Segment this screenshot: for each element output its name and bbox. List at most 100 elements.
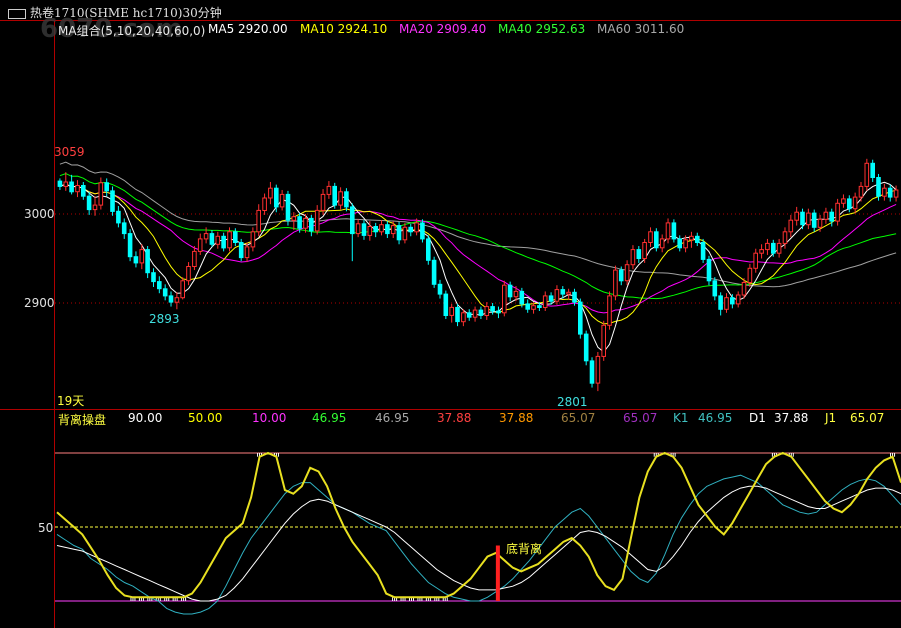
candle-up [320,193,326,211]
k1-value: 46.95 [698,411,733,425]
candle-up [788,219,794,233]
d1-label: D1 [749,411,766,425]
candle-up [858,185,864,198]
candle-up [893,189,899,198]
k1-line [56,474,901,615]
candle-up [256,209,261,233]
j1-value: 65.07 [850,411,885,425]
candle-up [449,306,454,316]
chart-canvas [55,158,901,615]
candle-down [572,291,577,303]
candle-up [279,193,285,208]
candle-up [554,289,560,302]
candle-up [817,218,823,228]
candle-down [221,235,226,249]
candle-down [168,295,174,303]
candle-down [238,242,244,259]
candle-up [367,226,373,236]
candle-down [350,206,355,235]
candle-down [636,249,642,260]
candle-down [69,181,74,193]
candle-up [402,226,408,241]
candle-up [794,211,800,221]
candle-down [490,306,495,312]
candle-down [133,256,139,264]
window-icon[interactable] [8,8,26,19]
ma5-line [59,181,897,353]
candle-up [98,182,104,206]
candle-down [121,222,127,235]
divergence-marker-bar [495,545,500,601]
candle-up [864,162,870,187]
candle-down [344,191,349,208]
candle-down [116,210,121,224]
candle-down [233,231,238,244]
candle-up [759,249,764,254]
candle-up [227,231,232,249]
candle-down [396,225,402,241]
candle-up [303,217,308,229]
candle-up [513,290,519,298]
high-price-label: 3059 [54,145,85,159]
candle-down [800,211,805,226]
candle-down [829,211,835,222]
candle-down [466,312,472,318]
candle-up [326,185,332,195]
candle-up [753,252,759,269]
indicator-value-2: 50.00 [188,411,223,425]
candle-up [741,282,747,296]
candle-down [496,310,501,314]
candle-up [484,306,490,317]
ma60-line [59,161,897,288]
indicator-value-7: 37.88 [499,411,534,425]
indicator-name: 背离操盘 [58,413,107,427]
low-price-label-2: 2801 [557,395,588,409]
candle-down [548,295,554,302]
candle-down [525,303,531,310]
candle-down [519,290,525,305]
candle-up [197,238,203,252]
candle-up [174,297,180,303]
indicator-value-5: 46.95 [375,411,410,425]
candle-down [712,280,718,297]
candle-down [274,187,279,208]
candle-up [338,191,343,206]
candle-up [735,294,741,305]
candle-down [730,297,735,305]
candle-up [314,209,320,232]
candle-down [309,217,314,232]
indicator-value-6: 37.88 [437,411,472,425]
ma40-label: MA40 2952.63 [498,22,586,36]
candle-down [870,162,876,179]
price-tick-2900: 2900 [24,296,55,310]
candle-down [671,222,677,240]
candle-up [782,231,788,244]
candle-down [57,180,63,187]
indicator-legend: 背离操盘 90.00 50.00 10.00 46.95 46.95 37.88… [0,411,901,427]
ma10-line [59,183,897,325]
d1-value: 37.88 [774,411,809,425]
ma5-label: MA5 2920.00 [208,22,288,36]
indicator-value-8: 65.07 [561,411,596,425]
candle-down [361,223,367,236]
candle-down [157,281,162,290]
candle-up [268,187,273,199]
candle-up [689,235,694,241]
candle-up [186,266,191,282]
j1-line [56,451,901,599]
candle-down [332,185,337,206]
candle-up [542,295,548,308]
candle-up [823,211,829,220]
d1-line [56,485,901,602]
candle-down [478,309,484,316]
candle-down [700,242,706,260]
low-price-label-1: 2893 [149,312,180,326]
candle-down [104,182,110,192]
divergence-label: 底背离 [506,542,543,556]
candle-down [618,269,624,282]
candle-down [127,233,133,258]
indicator-value-3: 10.00 [252,411,287,425]
candle-up [215,235,221,245]
j1-label: J1 [825,411,837,425]
candle-down [437,283,443,295]
